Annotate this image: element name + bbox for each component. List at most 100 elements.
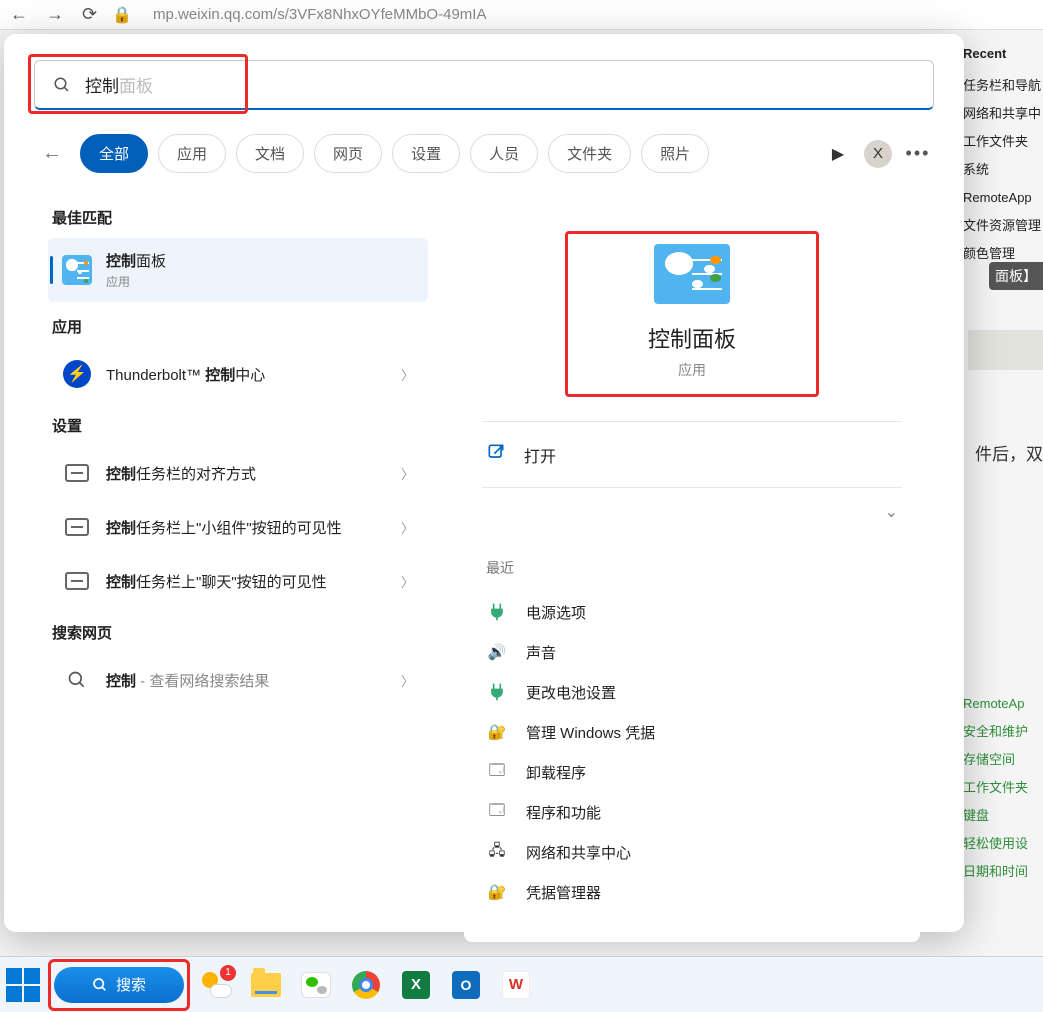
result-taskbar-align[interactable]: 控制任务栏的对齐方式 〉 — [48, 446, 428, 500]
recent-power-options[interactable]: 电源选项 — [464, 592, 920, 632]
open-icon — [486, 442, 506, 467]
address-bar[interactable]: mp.weixin.qq.com/s/3VFx8NhxOYfeMMbO-49mI… — [153, 6, 486, 23]
taskbar-wechat[interactable] — [298, 967, 334, 1003]
chevron-right-icon: 〉 — [401, 464, 414, 483]
background-text: 件后，双 — [975, 440, 1043, 465]
search-icon — [92, 977, 108, 993]
taskbar-wps[interactable]: W — [498, 967, 534, 1003]
preview-pane: 控制面板 应用 打开 ⌄ 最近 电源选项 🔊声音 更改电池设置 🔐管理 — [464, 193, 920, 942]
preview-subtitle: 应用 — [648, 360, 736, 380]
open-label: 打开 — [524, 443, 556, 467]
chevron-right-icon: 〉 — [401, 671, 414, 690]
tab-photos[interactable]: 照片 — [641, 134, 709, 173]
background-box — [968, 330, 1043, 370]
display-icon — [65, 518, 89, 536]
programs-icon: 🗔 — [486, 801, 508, 823]
result-thunderbolt[interactable]: ⚡ Thunderbolt™ 控制中心 〉 — [48, 347, 428, 401]
tab-web[interactable]: 网页 — [314, 134, 382, 173]
search-flyout: 控制面板 ← 全部 应用 文档 网页 设置 人员 文件夹 照片 ▶ X ••• … — [4, 34, 964, 932]
taskbar-weather[interactable]: 1 — [198, 967, 234, 1003]
result-title: 控制 - 查看网络搜索结果 — [106, 670, 387, 691]
section-web: 搜索网页 — [52, 622, 428, 643]
taskbar-chrome[interactable] — [348, 967, 384, 1003]
lock-icon: 🔒 — [112, 5, 132, 25]
back-icon[interactable]: ← — [10, 4, 28, 25]
recent-sound[interactable]: 🔊声音 — [464, 632, 920, 672]
notification-badge: 1 — [220, 965, 236, 981]
result-title: 控制任务栏上"聊天"按钮的可见性 — [106, 571, 387, 592]
result-title: 控制任务栏的对齐方式 — [106, 463, 387, 484]
control-panel-icon — [62, 255, 92, 285]
control-panel-icon — [654, 244, 730, 304]
result-subtitle: 应用 — [106, 273, 414, 290]
section-settings: 设置 — [52, 415, 428, 436]
thunderbolt-icon: ⚡ — [63, 360, 91, 388]
search-input[interactable]: 控制面板 — [34, 60, 934, 110]
taskbar-outlook[interactable]: O — [448, 967, 484, 1003]
result-title: Thunderbolt™ 控制中心 — [106, 364, 387, 385]
section-best-match: 最佳匹配 — [52, 207, 428, 228]
result-control-panel[interactable]: 控制面板 应用 — [48, 238, 428, 302]
background-recent-list: Recent 任务栏和导航 网络和共享中 工作文件夹 系统 RemoteApp … — [963, 30, 1043, 268]
excel-icon: X — [402, 971, 430, 999]
recent-credentials[interactable]: 🔐管理 Windows 凭据 — [464, 712, 920, 752]
play-icon[interactable]: ▶ — [822, 138, 854, 170]
result-title: 控制面板 — [106, 250, 414, 271]
display-icon — [65, 464, 89, 482]
chevron-down-icon[interactable]: ⌄ — [863, 488, 920, 536]
filter-tabs: ← 全部 应用 文档 网页 设置 人员 文件夹 照片 ▶ X ••• — [34, 134, 934, 173]
taskbar-excel[interactable]: X — [398, 967, 434, 1003]
chevron-right-icon: 〉 — [401, 365, 414, 384]
open-action[interactable]: 打开 — [464, 422, 920, 487]
background-link-list: RemoteAp 安全和维护 存储空间 工作文件夹 键盘 轻松使用设 日期和时间 — [963, 680, 1043, 886]
wps-icon: W — [502, 971, 530, 999]
tab-all[interactable]: 全部 — [80, 134, 148, 173]
recent-programs[interactable]: 🗔程序和功能 — [464, 792, 920, 832]
search-icon — [53, 76, 71, 94]
user-avatar[interactable]: X — [864, 140, 892, 168]
tab-apps[interactable]: 应用 — [158, 134, 226, 173]
tab-folders[interactable]: 文件夹 — [548, 134, 631, 173]
chevron-right-icon: 〉 — [401, 518, 414, 537]
annotation-highlight: 控制面板 应用 — [565, 231, 819, 397]
preview-title: 控制面板 — [648, 322, 736, 354]
result-web-search[interactable]: 控制 - 查看网络搜索结果 〉 — [48, 653, 428, 707]
recent-header: 最近 — [486, 558, 920, 578]
section-apps: 应用 — [52, 316, 428, 337]
tab-people[interactable]: 人员 — [470, 134, 538, 173]
start-button[interactable] — [6, 968, 40, 1002]
forward-icon[interactable]: → — [46, 4, 64, 25]
taskbar-search-button[interactable]: 搜索 — [54, 967, 184, 1003]
search-icon — [67, 670, 87, 690]
taskbar-explorer[interactable] — [248, 967, 284, 1003]
recent-cred-manager[interactable]: 🔐凭据管理器 — [464, 872, 920, 912]
result-chat-visibility[interactable]: 控制任务栏上"聊天"按钮的可见性 〉 — [48, 554, 428, 608]
battery-icon — [486, 681, 508, 703]
reload-icon[interactable]: ⟳ — [82, 4, 97, 25]
recent-uninstall[interactable]: 🗔卸载程序 — [464, 752, 920, 792]
more-icon[interactable]: ••• — [902, 138, 934, 170]
display-icon — [65, 572, 89, 590]
result-widgets-visibility[interactable]: 控制任务栏上"小组件"按钮的可见性 〉 — [48, 500, 428, 554]
chrome-icon — [352, 971, 380, 999]
browser-toolbar: ← → ⟳ 🔒 mp.weixin.qq.com/s/3VFx8NhxOYfeM… — [0, 0, 1043, 30]
safe-icon: 🔐 — [486, 881, 508, 903]
programs-icon: 🗔 — [486, 761, 508, 783]
tab-documents[interactable]: 文档 — [236, 134, 304, 173]
power-icon — [486, 601, 508, 623]
speaker-icon: 🔊 — [486, 641, 508, 663]
outlook-icon: O — [452, 971, 480, 999]
taskbar: 搜索 1 X O W — [0, 956, 1043, 1012]
tab-settings[interactable]: 设置 — [392, 134, 460, 173]
folder-icon — [251, 973, 281, 997]
recent-battery[interactable]: 更改电池设置 — [464, 672, 920, 712]
result-title: 控制任务栏上"小组件"按钮的可见性 — [106, 517, 387, 538]
wechat-icon — [301, 972, 331, 998]
network-icon: 🖧 — [486, 841, 508, 863]
chevron-right-icon: 〉 — [401, 572, 414, 591]
safe-icon: 🔐 — [486, 721, 508, 743]
background-tooltip: 面板】 — [989, 262, 1043, 290]
back-button[interactable]: ← — [34, 142, 70, 165]
recent-network[interactable]: 🖧网络和共享中心 — [464, 832, 920, 872]
search-text: 控制面板 — [85, 72, 153, 97]
